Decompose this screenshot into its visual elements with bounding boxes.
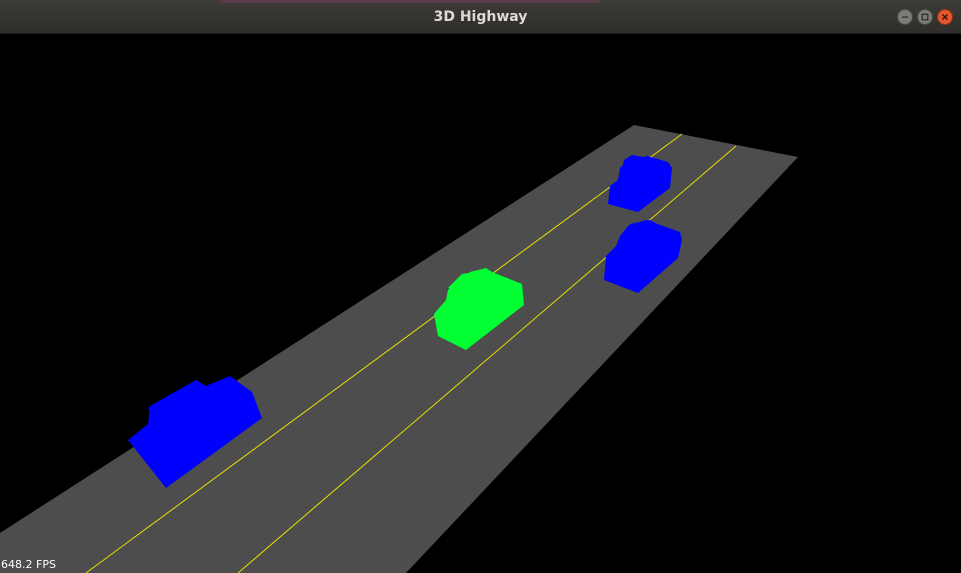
title-bar-accent xyxy=(220,0,600,3)
title-bar[interactable]: 3D Highway xyxy=(0,0,961,34)
maximize-button[interactable] xyxy=(917,9,933,25)
close-icon xyxy=(942,14,948,20)
minimize-button[interactable] xyxy=(897,9,913,25)
road-surface xyxy=(0,125,798,573)
render-viewport[interactable]: 648.2 FPS xyxy=(0,34,961,573)
app-window: 3D Highway 648.2 FPS xyxy=(0,0,961,573)
window-title: 3D Highway xyxy=(433,9,528,25)
fps-counter: 648.2 FPS xyxy=(1,558,56,571)
minimize-icon xyxy=(902,16,908,18)
maximize-icon xyxy=(921,13,929,21)
highway-scene xyxy=(0,125,798,573)
close-button[interactable] xyxy=(937,9,953,25)
